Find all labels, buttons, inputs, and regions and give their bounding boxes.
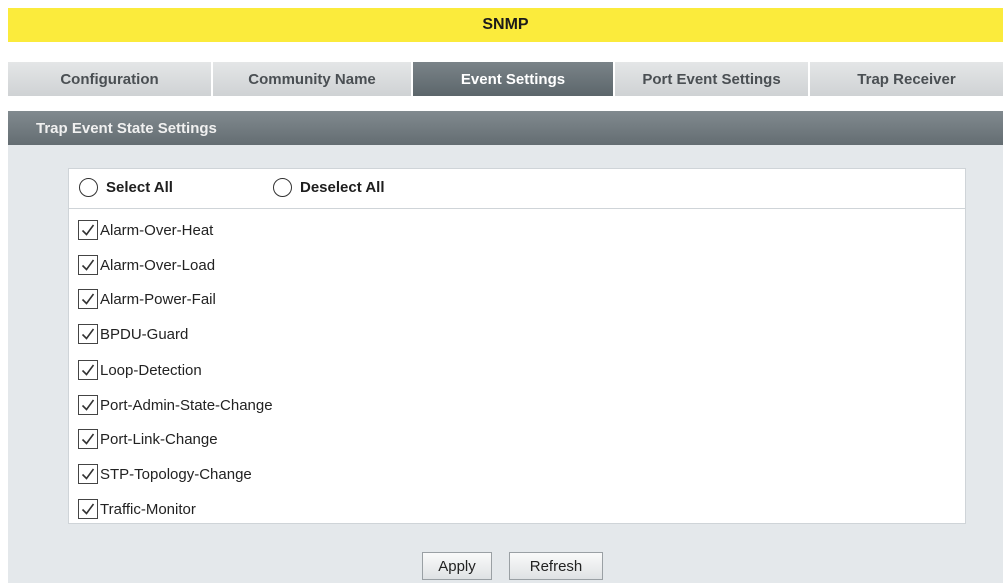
tab-label: Configuration	[60, 70, 159, 88]
event-item-port-admin-state-change[interactable]: Port-Admin-State-Change	[78, 394, 273, 416]
event-item-stp-topology-change[interactable]: STP-Topology-Change	[78, 463, 252, 485]
tab-event-settings[interactable]: Event Settings	[413, 62, 615, 96]
event-label: STP-Topology-Change	[100, 465, 252, 483]
tab-community-name[interactable]: Community Name	[213, 62, 413, 96]
tab-trap-receiver[interactable]: Trap Receiver	[810, 62, 1003, 96]
event-label: Loop-Detection	[100, 361, 202, 379]
selection-row: Select All Deselect All	[69, 169, 965, 209]
tab-label: Trap Receiver	[857, 70, 956, 88]
trap-event-panel: Select All Deselect All Alarm-Over-Heat …	[68, 168, 966, 524]
event-checkbox[interactable]	[78, 395, 98, 415]
select-all-option[interactable]: Select All	[79, 178, 173, 197]
checkmark-icon	[81, 224, 95, 236]
event-checkbox[interactable]	[78, 464, 98, 484]
tab-configuration[interactable]: Configuration	[8, 62, 213, 96]
tab-label: Event Settings	[460, 70, 566, 88]
section-title: Trap Event State Settings	[36, 119, 217, 137]
page-title-bar: SNMP	[8, 8, 1003, 42]
deselect-all-radio[interactable]	[273, 178, 292, 197]
tab-label: Port Event Settings	[642, 70, 781, 88]
refresh-button[interactable]: Refresh	[509, 552, 603, 580]
event-item-bpdu-guard[interactable]: BPDU-Guard	[78, 323, 188, 345]
event-item-alarm-over-heat[interactable]: Alarm-Over-Heat	[78, 219, 213, 241]
tab-bar: Configuration Community Name Event Setti…	[8, 62, 1003, 96]
checkmark-icon	[81, 364, 95, 376]
event-item-alarm-power-fail[interactable]: Alarm-Power-Fail	[78, 288, 216, 310]
event-checkbox[interactable]	[78, 289, 98, 309]
apply-button[interactable]: Apply	[422, 552, 492, 580]
tab-label: Community Name	[248, 70, 376, 88]
event-checkbox[interactable]	[78, 255, 98, 275]
event-checkbox[interactable]	[78, 360, 98, 380]
event-item-loop-detection[interactable]: Loop-Detection	[78, 359, 202, 381]
checkmark-icon	[81, 399, 95, 411]
checkmark-icon	[81, 328, 95, 340]
event-label: Alarm-Over-Heat	[100, 221, 214, 239]
checkmark-icon	[81, 433, 95, 445]
event-label: Alarm-Power-Fail	[100, 290, 216, 308]
deselect-all-option[interactable]: Deselect All	[273, 178, 385, 197]
event-label: BPDU-Guard	[100, 325, 189, 343]
event-checkbox[interactable]	[78, 429, 98, 449]
select-all-label: Select All	[106, 179, 173, 196]
event-label: Port-Link-Change	[100, 430, 218, 448]
event-label: Alarm-Over-Load	[100, 256, 216, 274]
checkmark-icon	[81, 259, 95, 271]
select-all-radio[interactable]	[79, 178, 98, 197]
event-item-port-link-change[interactable]: Port-Link-Change	[78, 428, 218, 450]
event-label: Traffic-Monitor	[100, 500, 196, 518]
checkmark-icon	[81, 503, 95, 515]
event-checkbox[interactable]	[78, 324, 98, 344]
event-item-alarm-over-load[interactable]: Alarm-Over-Load	[78, 254, 215, 276]
checkmark-icon	[81, 293, 95, 305]
event-checkbox[interactable]	[78, 499, 98, 519]
checkmark-icon	[81, 468, 95, 480]
event-item-traffic-monitor[interactable]: Traffic-Monitor	[78, 498, 196, 520]
page-title: SNMP	[482, 16, 529, 33]
tab-port-event-settings[interactable]: Port Event Settings	[615, 62, 810, 96]
event-checkbox[interactable]	[78, 220, 98, 240]
event-label: Port-Admin-State-Change	[100, 396, 273, 414]
section-header: Trap Event State Settings	[8, 111, 1003, 145]
deselect-all-label: Deselect All	[300, 179, 385, 196]
